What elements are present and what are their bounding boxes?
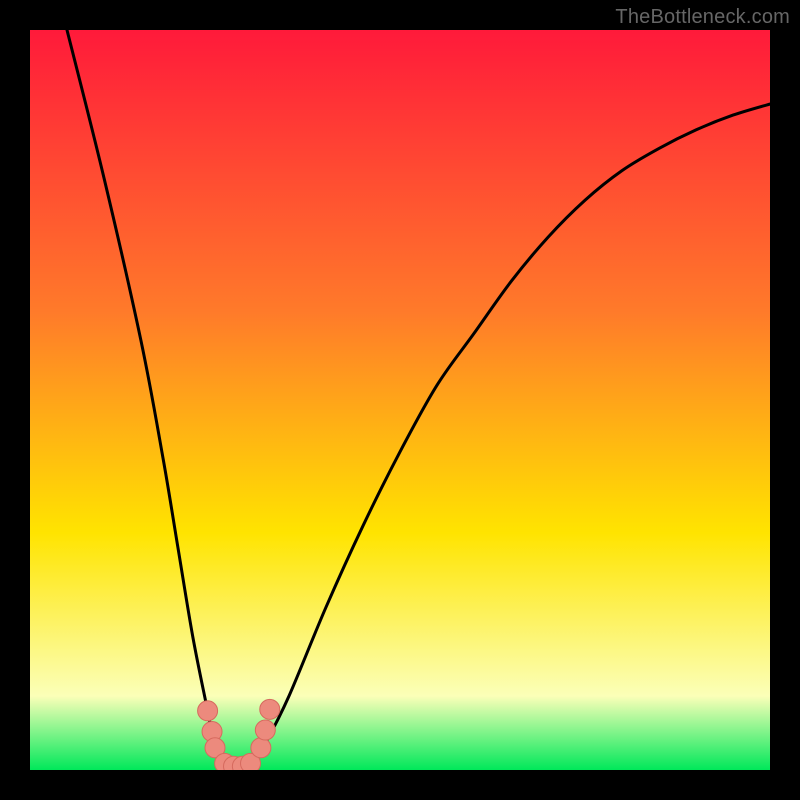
bottleneck-chart-svg: [30, 30, 770, 770]
watermark-text: TheBottleneck.com: [615, 6, 790, 29]
gradient-background: [30, 30, 770, 770]
chart-plot-area: [30, 30, 770, 770]
data-marker: [255, 720, 275, 740]
data-marker: [198, 701, 218, 721]
data-marker: [260, 699, 280, 719]
data-marker: [251, 738, 271, 758]
